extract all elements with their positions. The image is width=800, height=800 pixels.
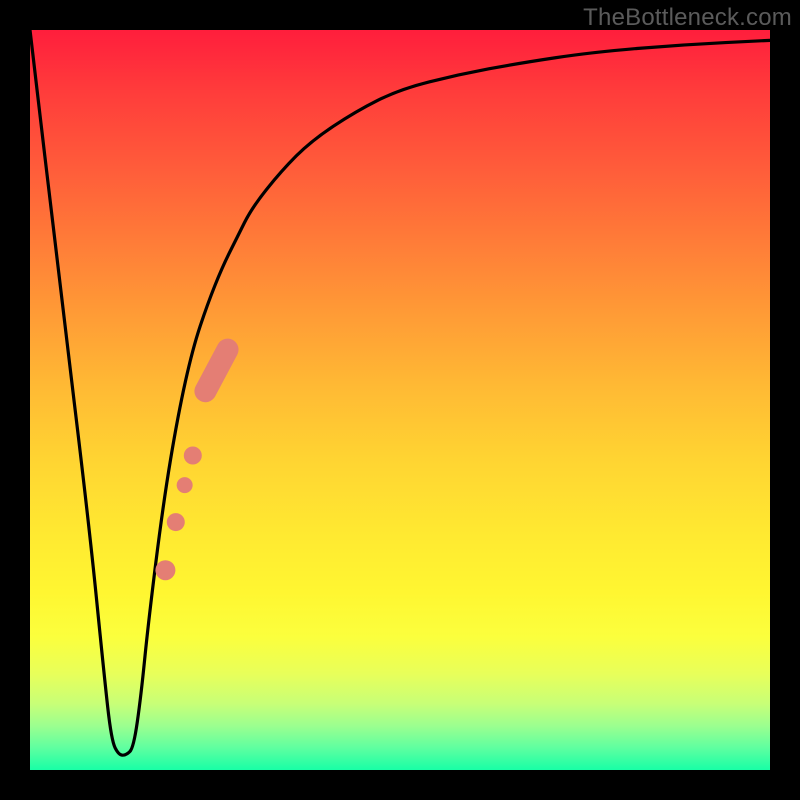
data-marker [184, 447, 202, 465]
data-marker [155, 560, 175, 580]
data-marker-pill [205, 350, 227, 392]
watermark-text: TheBottleneck.com [583, 4, 792, 32]
data-marker [167, 513, 185, 531]
bottleneck-curve [30, 30, 770, 755]
chart-frame: TheBottleneck.com [0, 0, 800, 800]
data-marker [177, 477, 193, 493]
curve-layer [30, 30, 770, 770]
plot-area [30, 30, 770, 770]
